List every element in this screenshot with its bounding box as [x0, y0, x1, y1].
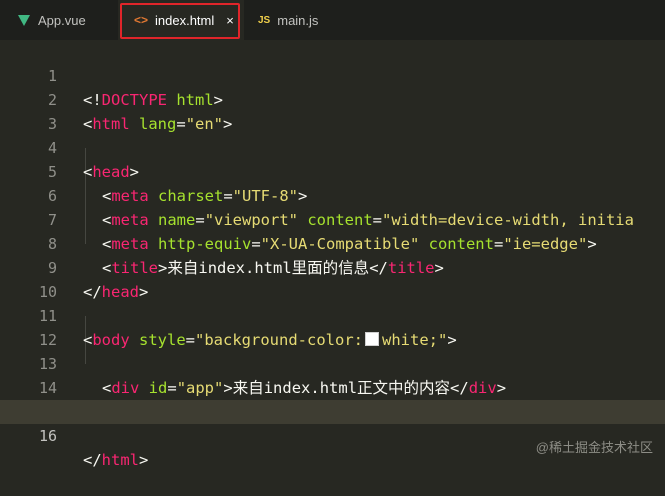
code-line: 9 </head>: [0, 232, 665, 301]
punct: </: [83, 451, 102, 469]
vue-icon: [18, 14, 30, 26]
code-line: 7 <meta http-equiv="X-UA-Compatible" con…: [0, 184, 665, 253]
code-line: 11 <body style="background-color: white;"…: [0, 280, 665, 349]
watermark: @稀土掘金技术社区: [535, 440, 653, 455]
tab-app-vue[interactable]: App.vue: [0, 0, 118, 40]
active-code-line: 16 </html>: [0, 400, 665, 469]
punct: >: [139, 451, 149, 469]
tab-main-js[interactable]: JS main.js: [244, 0, 360, 40]
code-line: 8 <title>来自index.html里面的信息</title>: [0, 208, 665, 277]
code-line: 1 <!DOCTYPE html>: [0, 40, 665, 109]
tag-name: html: [101, 451, 139, 469]
js-icon: JS: [258, 14, 271, 26]
tab-label: index.html: [155, 12, 215, 28]
code-line: 2 <html lang="en">: [0, 64, 665, 133]
code-line: 5 <meta charset="UTF-8">: [0, 136, 665, 205]
code-line: 13 <div id="app">来自index.html正文中的内容</div…: [0, 328, 665, 397]
code-line: 10: [0, 256, 665, 301]
tab-label: App.vue: [38, 12, 86, 28]
code-line: 3: [0, 88, 665, 133]
tab-label: main.js: [277, 12, 319, 28]
code-line: 14 </body>: [0, 352, 665, 421]
close-icon[interactable]: ×: [226, 13, 234, 28]
code-line: 6 <meta name="viewport" content="width=d…: [0, 160, 665, 229]
code-line: 15: [0, 376, 665, 421]
code-line: 4 <head>: [0, 112, 665, 181]
code-line: 12: [0, 304, 665, 349]
html-brackets-icon: <>: [134, 13, 149, 27]
tab-bar: App.vue <> index.html × JS main.js: [0, 0, 665, 40]
line-number: 16: [38, 427, 57, 445]
tab-index-html[interactable]: <> index.html ×: [118, 0, 244, 40]
code-editor[interactable]: 1 <!DOCTYPE html> 2 <html lang="en"> 3 4…: [0, 40, 665, 469]
